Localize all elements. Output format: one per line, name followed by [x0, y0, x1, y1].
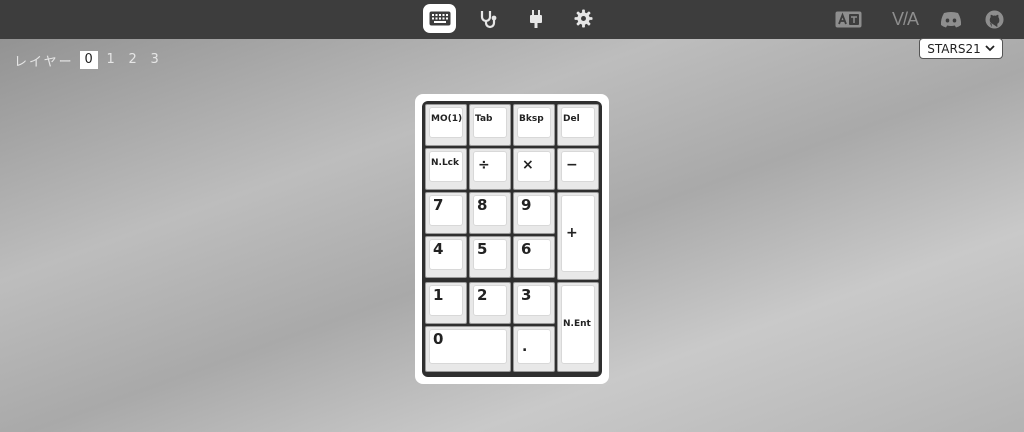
key-legend: 2 — [477, 286, 488, 304]
device-selector[interactable]: STARS21 — [919, 38, 1003, 59]
tab-settings[interactable] — [567, 4, 600, 33]
gear-icon — [574, 9, 593, 28]
key-legend: 1 — [433, 286, 444, 304]
key-4[interactable]: 4 — [425, 236, 467, 278]
language-icon — [835, 11, 861, 27]
key-legend: + — [566, 225, 578, 241]
key-3[interactable]: 3 — [513, 282, 555, 324]
key-decimal[interactable]: . — [513, 326, 555, 372]
key-numlock[interactable]: N.Lck — [425, 148, 467, 190]
key-numpad-enter[interactable]: N.Ent — [557, 282, 599, 372]
key-6[interactable]: 6 — [513, 236, 555, 278]
layer-label: レイヤー — [14, 54, 74, 70]
layer-0-button[interactable]: 0 — [79, 51, 98, 69]
key-legend: Bksp — [519, 114, 544, 124]
layer-3-button[interactable]: 3 — [146, 51, 164, 69]
key-legend: × — [522, 157, 534, 173]
language-button[interactable] — [834, 6, 862, 32]
device-name: STARS21 — [927, 41, 981, 56]
github-icon — [984, 9, 1004, 29]
layer-2-button[interactable]: 2 — [124, 51, 142, 69]
key-plus[interactable]: + — [557, 192, 599, 280]
key-mo1[interactable]: MO(1) — [425, 104, 467, 146]
key-legend: 8 — [477, 196, 488, 214]
discord-link[interactable] — [939, 6, 963, 32]
keyboard-icon — [429, 11, 450, 26]
key-legend: MO(1) — [431, 114, 463, 124]
key-divide[interactable]: ÷ — [469, 148, 511, 190]
discord-icon — [940, 11, 962, 27]
key-legend: 6 — [521, 240, 532, 258]
key-multiply[interactable]: × — [513, 148, 555, 190]
via-logo: V/A — [891, 8, 919, 29]
key-legend: 4 — [433, 240, 444, 258]
key-1[interactable]: 1 — [425, 282, 467, 324]
key-0[interactable]: 0 — [425, 326, 511, 372]
tab-test[interactable] — [471, 4, 504, 33]
key-legend: ÷ — [478, 157, 490, 173]
key-legend: . — [522, 339, 528, 355]
github-link[interactable] — [983, 6, 1005, 32]
key-7[interactable]: 7 — [425, 192, 467, 234]
key-2[interactable]: 2 — [469, 282, 511, 324]
layer-1-button[interactable]: 1 — [102, 51, 120, 69]
key-5[interactable]: 5 — [469, 236, 511, 278]
via-logo-link[interactable]: V/A — [887, 6, 923, 32]
key-legend: N.Ent — [563, 319, 591, 329]
key-legend: N.Lck — [431, 158, 460, 168]
key-del[interactable]: Del — [557, 104, 599, 146]
key-legend: Tab — [475, 114, 493, 124]
key-legend: 3 — [521, 286, 532, 304]
key-9[interactable]: 9 — [513, 192, 555, 234]
top-nav-bar: V/A — [0, 0, 1024, 39]
key-legend: 7 — [433, 196, 444, 214]
tab-firmware[interactable] — [519, 4, 552, 33]
key-legend: Del — [563, 114, 580, 124]
key-8[interactable]: 8 — [469, 192, 511, 234]
key-minus[interactable]: − — [557, 148, 599, 190]
key-legend: 5 — [477, 240, 488, 258]
tab-configure[interactable] — [423, 4, 456, 33]
stethoscope-icon — [480, 10, 496, 28]
usb-plug-icon — [529, 9, 542, 28]
key-legend: 0 — [433, 330, 444, 348]
layer-selector: レイヤー 0 1 2 3 — [14, 51, 168, 70]
key-legend: 9 — [521, 196, 532, 214]
key-tab[interactable]: Tab — [469, 104, 511, 146]
key-legend: − — [566, 157, 578, 173]
chevron-down-icon — [985, 45, 995, 52]
key-bksp[interactable]: Bksp — [513, 104, 555, 146]
